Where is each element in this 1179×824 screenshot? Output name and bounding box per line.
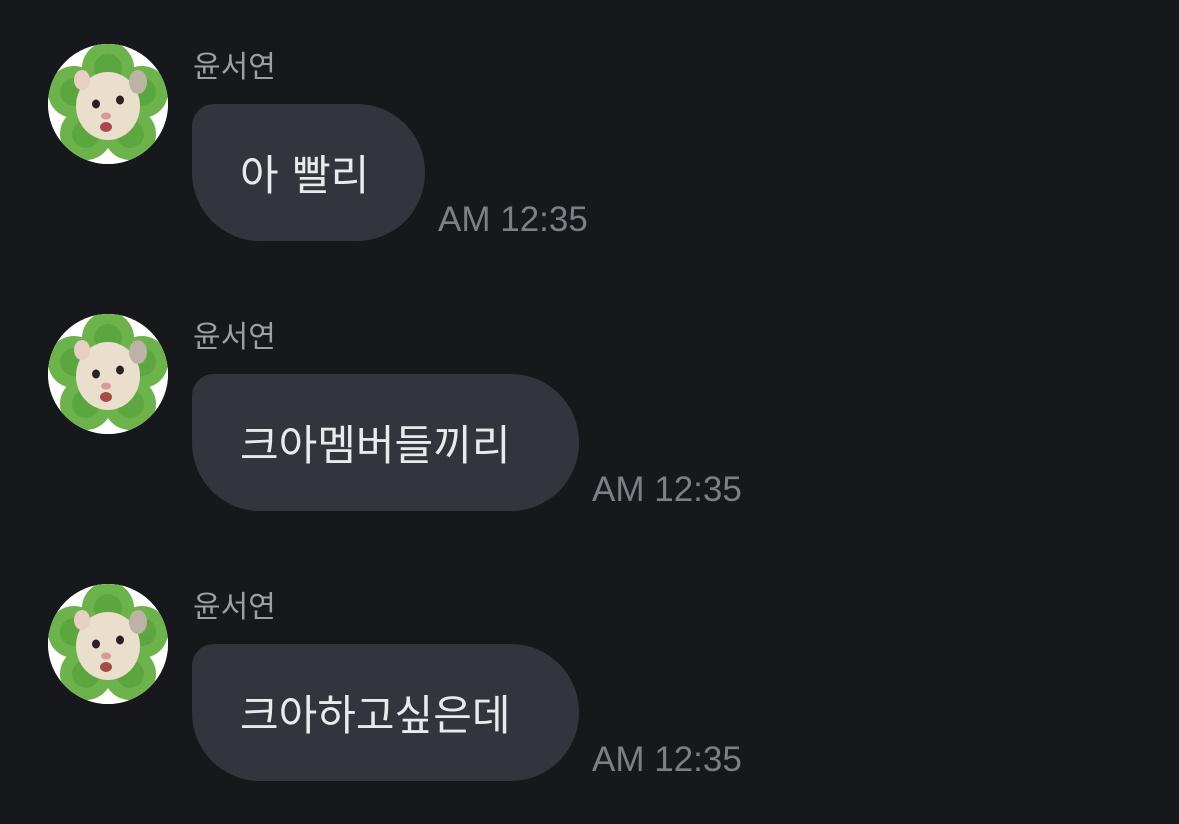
chat-message: 윤서연 아 빨리 AM 12:35 — [0, 44, 1179, 284]
sender-name: 윤서연 — [193, 320, 276, 355]
hamster-clover-avatar-icon[interactable] — [48, 314, 168, 434]
message-timestamp: AM 12:35 — [438, 200, 588, 239]
chat-message: 윤서연 크아하고싶은데 AM 12:35 — [0, 584, 1179, 824]
sender-name: 윤서연 — [193, 590, 276, 625]
message-bubble[interactable]: 크아멤버들끼리 — [192, 374, 579, 511]
hamster-clover-avatar-icon[interactable] — [48, 584, 168, 704]
message-timestamp: AM 12:35 — [592, 740, 742, 779]
message-timestamp: AM 12:35 — [592, 470, 742, 509]
hamster-clover-avatar-icon[interactable] — [48, 44, 168, 164]
sender-name: 윤서연 — [193, 50, 276, 85]
message-bubble[interactable]: 크아하고싶은데 — [192, 644, 579, 781]
chat-message: 윤서연 크아멤버들끼리 AM 12:35 — [0, 314, 1179, 554]
message-bubble[interactable]: 아 빨리 — [192, 104, 425, 241]
